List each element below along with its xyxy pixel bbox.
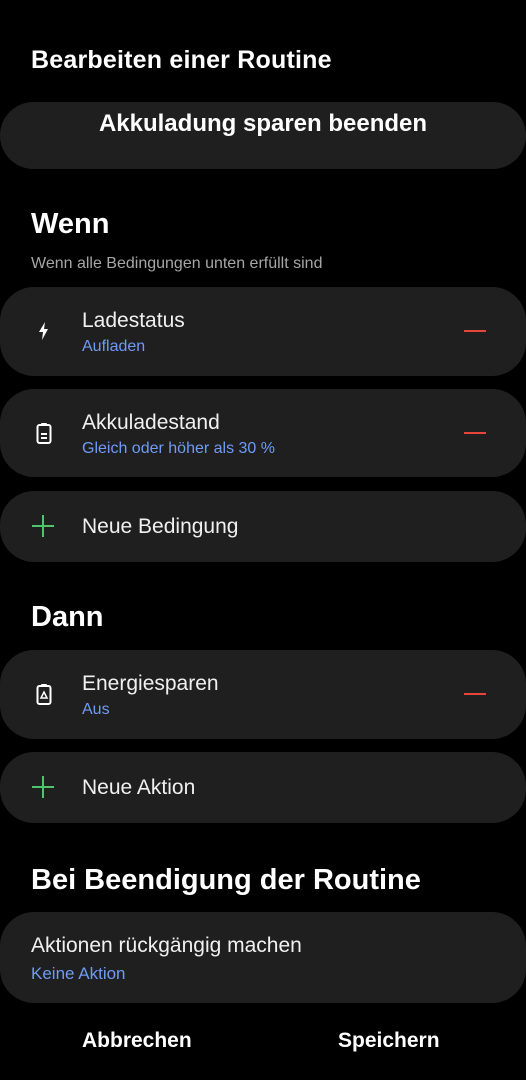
- add-condition-button[interactable]: Neue Bedingung: [0, 491, 526, 562]
- action-value: Aus: [82, 701, 110, 718]
- end-item-title: Aktionen rückgängig machen: [31, 934, 302, 957]
- condition-charging-status[interactable]: Ladestatus Aufladen: [0, 287, 526, 376]
- remove-condition-button[interactable]: [464, 330, 486, 332]
- remove-condition-button[interactable]: [464, 432, 486, 434]
- condition-title: Akkuladestand: [82, 411, 220, 434]
- plus-icon: [32, 515, 54, 537]
- routine-name-text: Akkuladung sparen beenden: [98, 110, 428, 137]
- condition-value: Aufladen: [82, 338, 146, 355]
- add-condition-label: Neue Bedingung: [82, 515, 239, 538]
- if-section-title: Wenn: [31, 208, 110, 240]
- plus-icon: [32, 776, 54, 798]
- end-item-value: Keine Aktion: [31, 964, 126, 983]
- battery-icon: [36, 423, 52, 444]
- condition-battery-level[interactable]: Akkuladestand Gleich oder höher als 30 %: [0, 389, 526, 477]
- routine-name-field[interactable]: Akkuladung sparen beenden: [0, 102, 526, 169]
- end-section-title: Bei Beendigung der Routine: [31, 864, 421, 896]
- battery-saver-icon: [36, 684, 52, 705]
- save-button[interactable]: Speichern: [338, 1029, 440, 1053]
- action-title: Energiesparen: [82, 672, 219, 695]
- end-action-item[interactable]: Aktionen rückgängig machen Keine Aktion: [0, 912, 526, 1003]
- bolt-icon: [39, 322, 48, 340]
- condition-value: Gleich oder höher als 30 %: [82, 440, 275, 457]
- add-action-button[interactable]: Neue Aktion: [0, 752, 526, 823]
- add-action-label: Neue Aktion: [82, 776, 196, 799]
- condition-title: Ladestatus: [82, 309, 185, 332]
- then-section-title: Dann: [31, 601, 104, 633]
- remove-action-button[interactable]: [464, 693, 486, 695]
- cancel-button[interactable]: Abbrechen: [82, 1029, 192, 1053]
- action-power-saving[interactable]: Energiesparen Aus: [0, 650, 526, 739]
- if-section-subtitle[interactable]: Wenn alle Bedingungen unten erfüllt sind: [31, 255, 322, 273]
- page-title: Bearbeiten einer Routine: [31, 46, 332, 74]
